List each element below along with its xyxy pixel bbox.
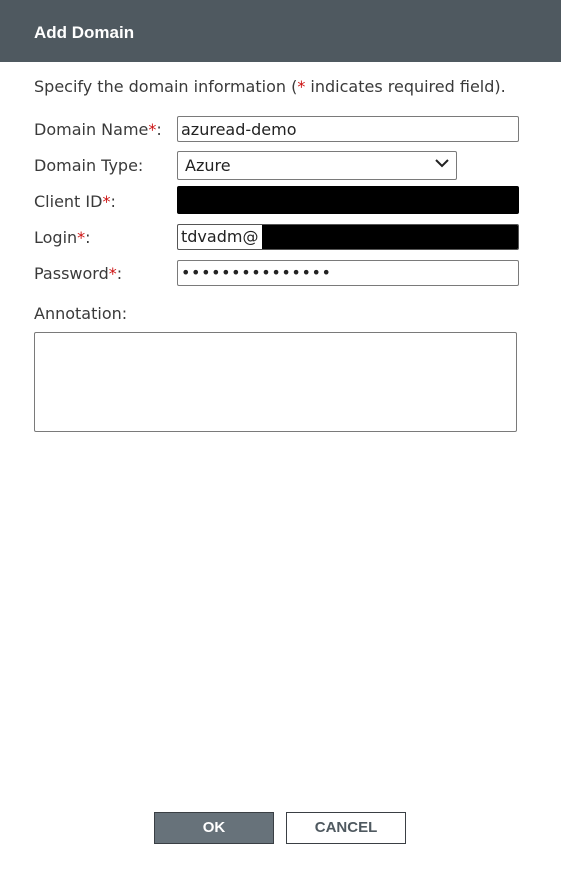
domain-name-label-text: Domain Name [34, 120, 149, 139]
required-marker: * [148, 120, 157, 139]
intro-text-end: indicates required field). [305, 77, 506, 96]
required-marker: * [77, 228, 86, 247]
login-input[interactable]: tdvadm@ [177, 224, 519, 250]
chevron-down-icon [435, 159, 449, 168]
domain-type-select[interactable]: Azure [177, 151, 457, 180]
client-id-label-text: Client ID [34, 192, 103, 211]
password-label: Password*: [34, 264, 123, 283]
domain-type-value: Azure [185, 156, 231, 175]
domain-name-input[interactable]: azuread-demo [177, 116, 519, 142]
domain-name-value: azuread-demo [181, 120, 297, 139]
ok-button[interactable]: OK [154, 812, 274, 844]
domain-type-label: Domain Type: [34, 156, 144, 175]
client-id-input[interactable] [177, 186, 519, 214]
intro-text-start: Specify the domain information ( [34, 77, 298, 96]
password-label-text: Password [34, 264, 109, 283]
login-label-text: Login [34, 228, 78, 247]
login-redaction [262, 225, 518, 249]
login-value: tdvadm@ [181, 227, 259, 246]
annotation-label: Annotation: [34, 304, 128, 323]
login-label: Login*: [34, 228, 91, 247]
intro-text: Specify the domain information (* indica… [34, 77, 506, 97]
password-value: ••••••••••••••• [181, 263, 332, 282]
client-id-label: Client ID*: [34, 192, 116, 211]
annotation-textarea[interactable] [34, 332, 517, 432]
add-domain-dialog: Add Domain Specify the domain informatio… [0, 0, 561, 880]
required-marker: * [102, 192, 111, 211]
password-input[interactable]: ••••••••••••••• [177, 260, 519, 286]
domain-name-label: Domain Name*: [34, 120, 162, 139]
required-marker: * [108, 264, 117, 283]
dialog-title: Add Domain [34, 23, 135, 42]
cancel-button[interactable]: CANCEL [286, 812, 406, 844]
dialog-title-bar: Add Domain [0, 0, 561, 62]
